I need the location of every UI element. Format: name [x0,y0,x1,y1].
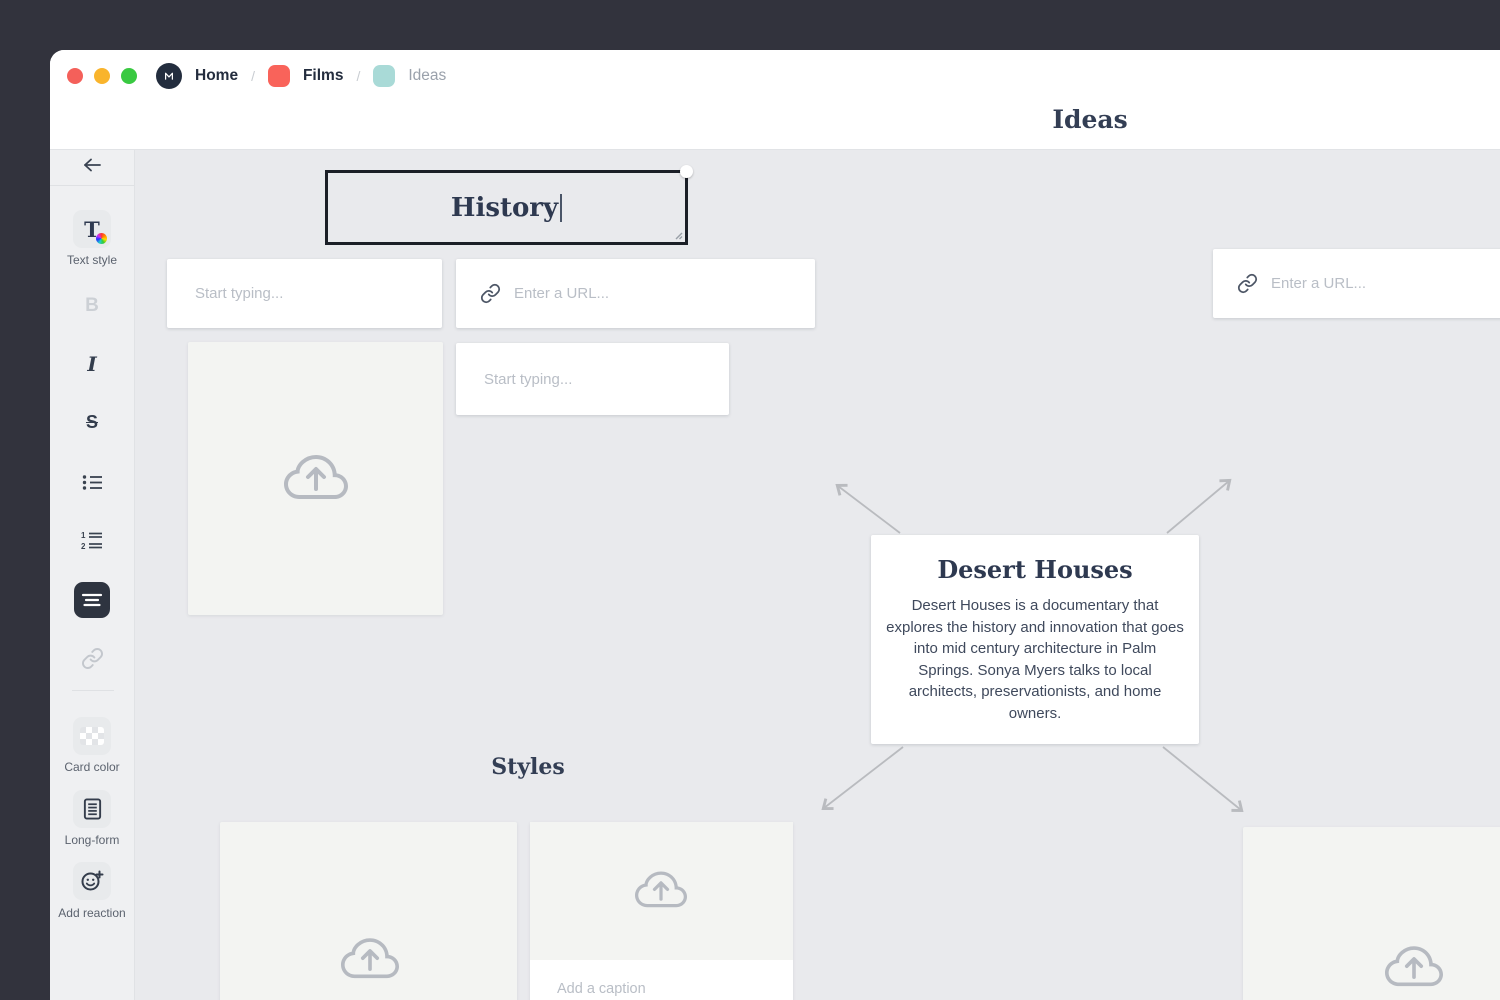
italic-button[interactable]: I [50,352,134,376]
text-card-icon [81,592,103,608]
cloud-upload-icon [284,447,348,511]
add-reaction-button[interactable] [50,862,134,900]
connector-handle[interactable] [680,165,693,178]
add-reaction-label: Add reaction [50,906,134,920]
arrow-connector-top-right [1167,481,1229,533]
text-style-icon: T [84,217,100,242]
back-arrow-icon [81,156,103,174]
url-input[interactable] [514,259,815,328]
breadcrumb: Home / Films / Ideas [156,63,446,89]
image-upload-area[interactable] [530,822,793,960]
desert-houses-description: Desert Houses is a documentary that expl… [885,595,1185,724]
document-icon [82,797,103,821]
films-board-icon[interactable] [268,65,290,87]
breadcrumb-item-ideas[interactable]: Ideas [408,67,446,85]
collapse-toolbar-button[interactable] [50,156,134,179]
cloud-upload-icon [341,931,399,989]
board-canvas[interactable]: History [135,150,1500,1000]
note-input[interactable] [167,259,442,328]
bold-icon: B [85,295,99,316]
color-wheel-icon [96,233,107,244]
link-button-disabled[interactable] [50,647,134,675]
toolbar-divider [72,690,114,691]
link-icon [480,283,501,304]
smiley-plus-icon [80,869,104,893]
card-color-button[interactable] [50,717,134,755]
desktop-background: Home / Films / Ideas Ideas [0,0,1500,1000]
toolbar-divider [50,185,134,186]
arrow-connector-top-left [838,486,900,533]
text-style-button[interactable]: T [50,210,134,248]
arrow-connector-bottom-left [824,747,903,808]
window-minimize-button[interactable] [94,68,110,84]
link-card [1213,249,1500,318]
history-title-text: History [451,193,558,223]
long-form-label: Long-form [50,833,134,847]
text-card-tool-active[interactable] [50,582,134,618]
desert-houses-title: Desert Houses [885,555,1185,584]
card-color-checker-icon [80,727,104,745]
resize-handle-icon[interactable] [671,228,683,240]
text-cursor [560,194,562,222]
window-zoom-button[interactable] [121,68,137,84]
link-icon [1237,273,1258,294]
bullet-list-button[interactable] [50,474,134,496]
link-card [456,259,815,328]
card-color-label: Card color [50,760,134,774]
strikethrough-button[interactable]: S [50,412,134,433]
note-card [167,259,442,328]
desert-houses-card[interactable]: Desert Houses Desert Houses is a documen… [871,535,1199,744]
long-form-button[interactable] [50,790,134,828]
image-upload-card[interactable] [1243,827,1500,1000]
svg-text:1: 1 [81,531,86,540]
text-style-label: Text style [50,253,134,267]
italic-icon: I [87,352,96,376]
breadcrumb-item-home[interactable]: Home [195,67,238,85]
cloud-upload-icon [1385,939,1443,997]
history-title-card-selected[interactable]: History [325,170,688,245]
breadcrumb-separator: / [356,68,360,84]
app-window: Home / Films / Ideas Ideas [50,50,1500,1000]
milanote-logo-icon[interactable] [156,63,182,89]
numbered-list-button[interactable]: 1 2 [50,531,134,555]
note-input[interactable] [456,343,729,415]
image-card-with-caption[interactable] [530,822,793,1000]
window-close-button[interactable] [67,68,83,84]
note-card [456,343,729,415]
ideas-board-icon[interactable] [373,65,395,87]
image-upload-card[interactable] [188,342,443,615]
breadcrumb-separator: / [251,68,255,84]
caption-area [530,960,793,1000]
arrow-connector-bottom-right [1163,747,1241,810]
header-bar: Home / Films / Ideas Ideas [50,50,1500,150]
bold-button[interactable]: B [50,295,134,317]
svg-text:2: 2 [81,542,86,550]
caption-input[interactable] [530,981,793,997]
numbered-list-icon: 1 2 [81,531,103,550]
link-icon [81,647,104,670]
url-input[interactable] [1271,249,1500,318]
formatting-toolbar: T Text style B I S [50,150,135,1000]
bullet-list-icon [82,474,103,491]
cloud-upload-icon [635,865,687,917]
image-upload-card[interactable] [220,822,517,1000]
styles-title-card[interactable]: Styles [473,754,583,780]
strikethrough-icon: S [86,412,98,432]
board-title: Ideas [1040,105,1140,134]
breadcrumb-item-films[interactable]: Films [303,67,343,85]
